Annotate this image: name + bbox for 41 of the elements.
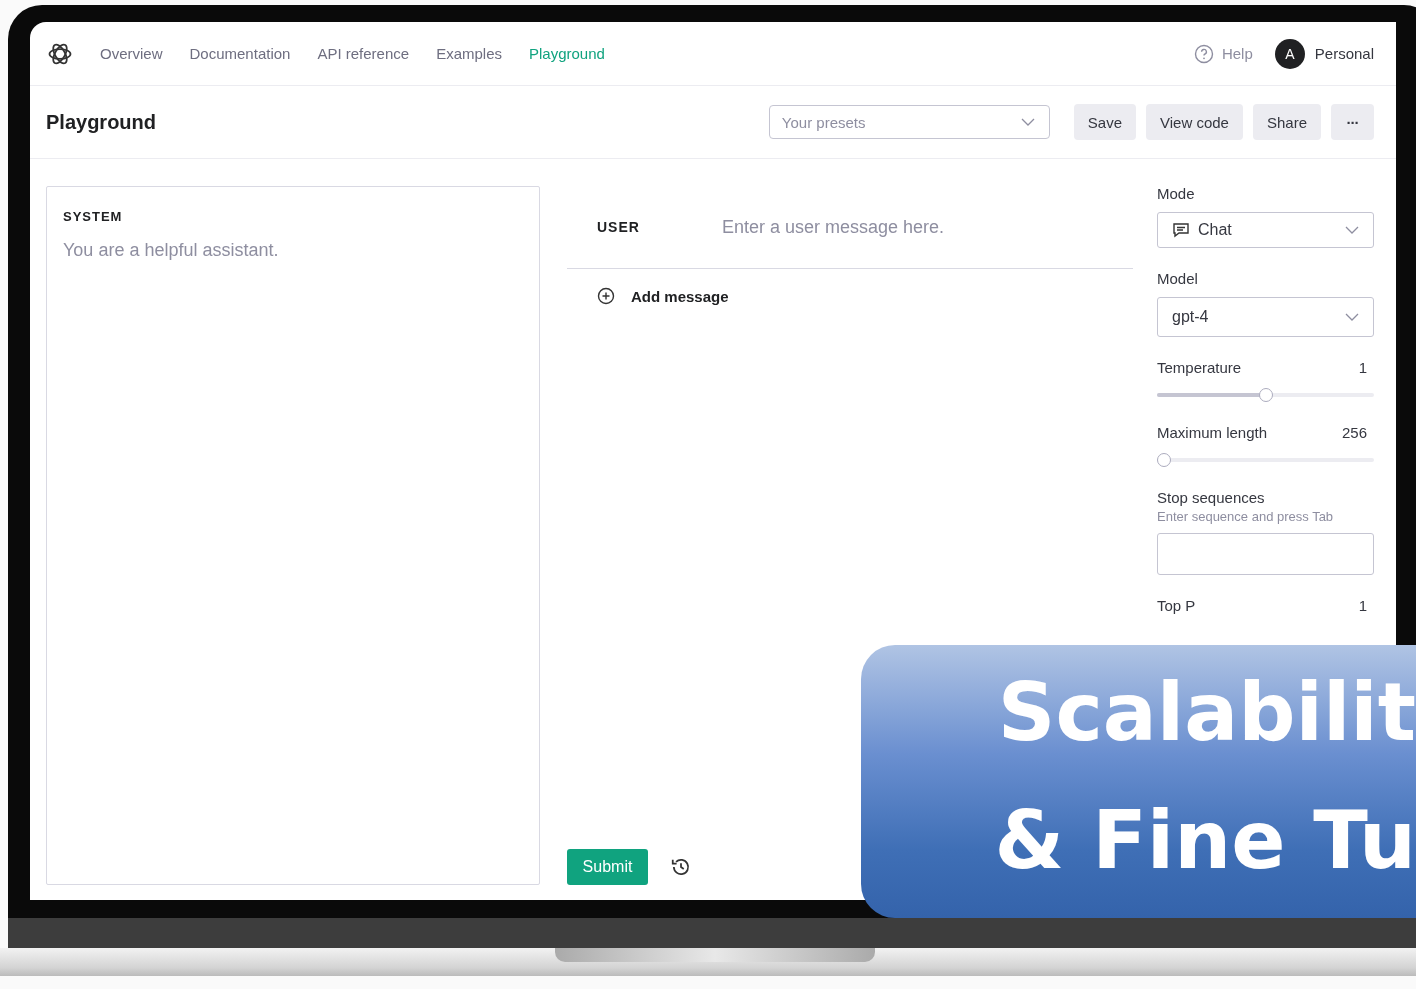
slider[interactable]: [1157, 388, 1374, 402]
chevron-down-icon: [1020, 118, 1035, 126]
nav-link[interactable]: Documentation: [189, 45, 291, 62]
header-button[interactable]: Share: [1252, 104, 1321, 140]
banner-heading: & Fine Tu: [994, 792, 1416, 889]
slider-thumb[interactable]: [1157, 453, 1171, 467]
add-message-button[interactable]: Add message: [597, 287, 729, 305]
header-button[interactable]: View code: [1146, 104, 1243, 140]
nav-link[interactable]: API reference: [317, 45, 410, 62]
banner-heading: Scalabilit: [997, 664, 1416, 761]
header-button[interactable]: Save: [1073, 104, 1137, 140]
more-button[interactable]: ···: [1331, 104, 1374, 140]
setting-label: Model: [1157, 270, 1199, 287]
history-icon[interactable]: [670, 856, 692, 878]
account-name[interactable]: Personal: [1314, 45, 1374, 62]
nav-link[interactable]: Overview: [100, 45, 163, 62]
slider[interactable]: [1157, 453, 1374, 467]
setting-dropdown[interactable]: Chat: [1157, 212, 1374, 248]
help-icon[interactable]: [1193, 43, 1214, 64]
setting-dropdown[interactable]: gpt-4: [1157, 297, 1374, 337]
setting-value: 1: [1358, 597, 1367, 614]
stop-sequence-input[interactable]: [1157, 533, 1374, 575]
avatar[interactable]: A: [1274, 38, 1305, 69]
setting-hint: Enter sequence and press Tab: [1157, 509, 1335, 524]
system-label: SYSTEM: [63, 209, 124, 224]
setting-label: Temperature: [1157, 359, 1242, 376]
system-prompt-field[interactable]: SYSTEM You are a helpful assistant.: [46, 186, 540, 885]
slider-thumb[interactable]: [1258, 388, 1273, 402]
plus-circle-icon: [597, 287, 615, 305]
setting-label: Maximum length: [1157, 424, 1268, 441]
nav-link[interactable]: Examples: [436, 45, 502, 62]
setting-value: 1: [1358, 359, 1367, 376]
chat-icon: [1172, 222, 1190, 238]
chevron-down-icon: [1345, 226, 1359, 234]
setting-label: Stop sequences: [1157, 489, 1266, 506]
setting-label: Top P: [1157, 597, 1196, 614]
page-title: Playground: [46, 110, 156, 134]
setting-label: Mode: [1157, 185, 1196, 202]
role-label[interactable]: USER: [597, 219, 720, 235]
setting-value: 256: [1341, 424, 1367, 441]
chevron-down-icon: [1345, 313, 1359, 321]
